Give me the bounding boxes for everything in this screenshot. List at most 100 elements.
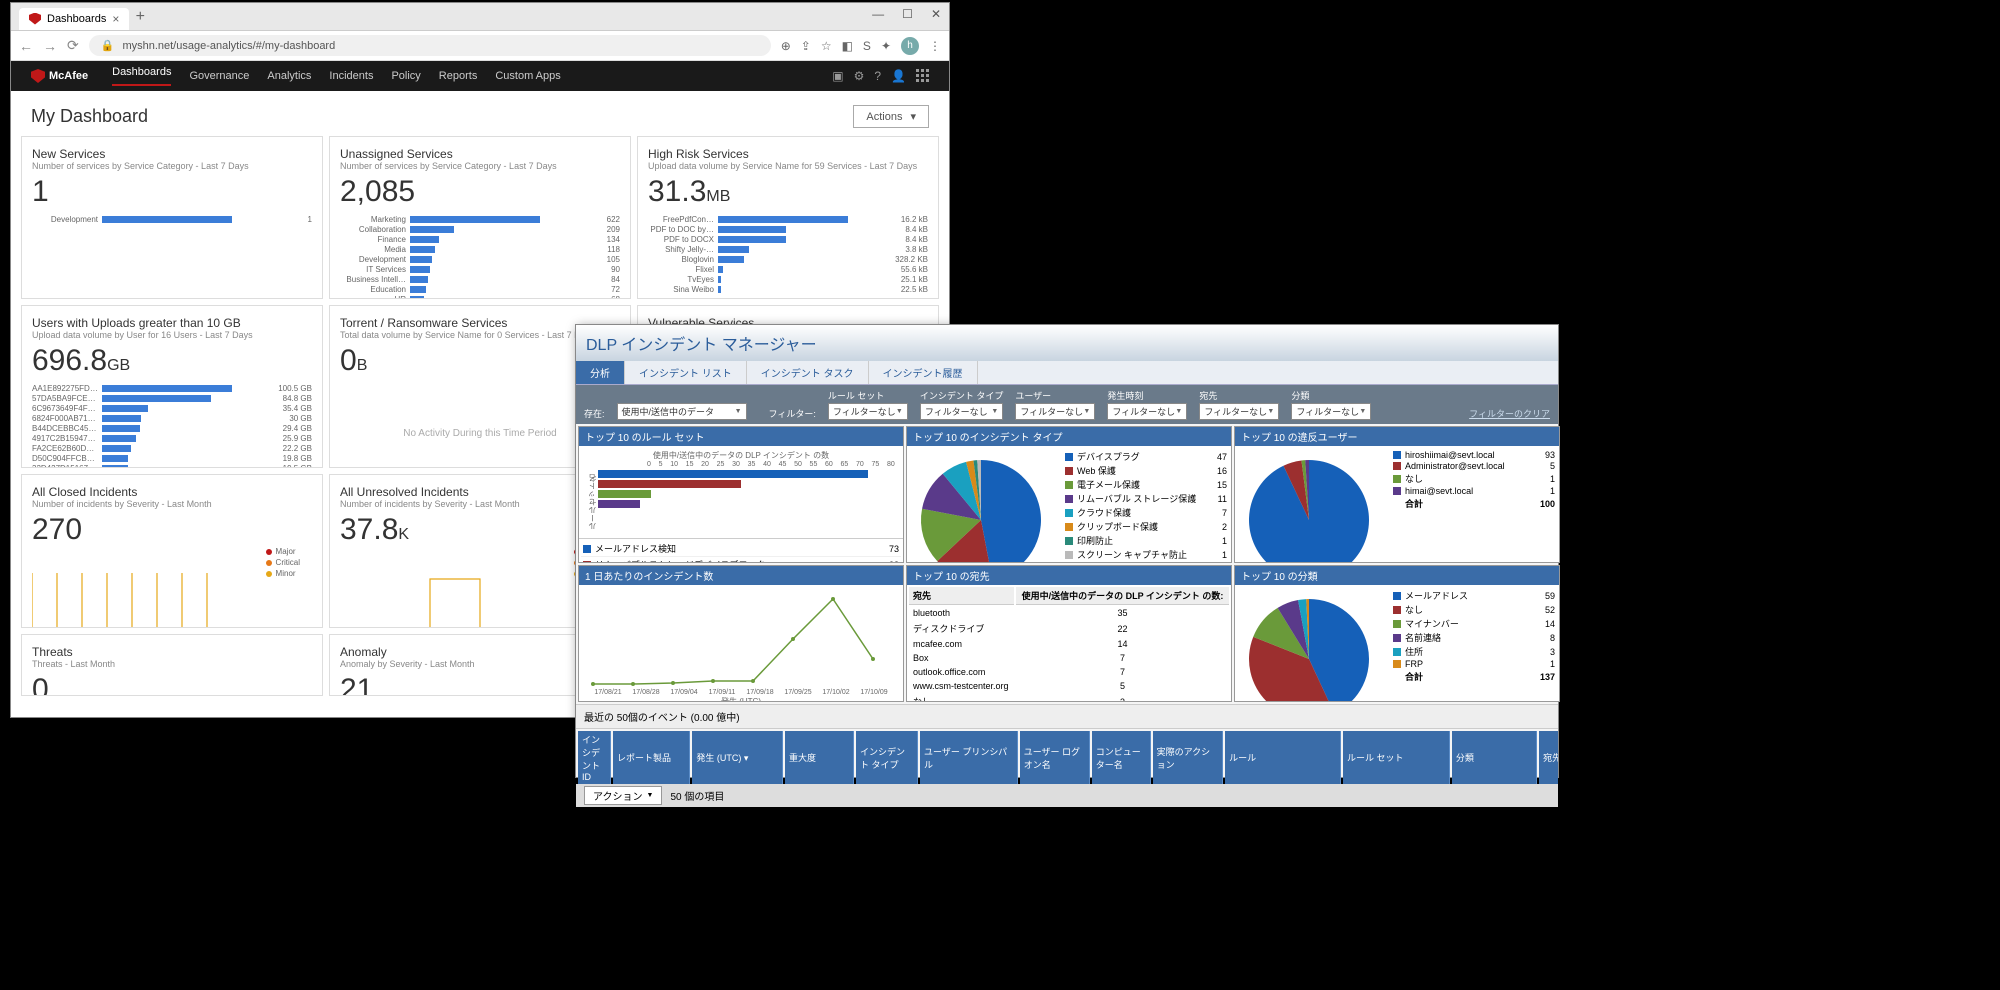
exist-select[interactable]: 使用中/送信中のデータ: [617, 403, 747, 420]
minimize-icon[interactable]: —: [872, 7, 884, 21]
col-header[interactable]: ユーザー プリンシパル: [920, 731, 1018, 784]
close-icon[interactable]: ×: [112, 12, 119, 26]
apps-icon[interactable]: [916, 69, 929, 83]
col-header[interactable]: ルール: [1225, 731, 1341, 784]
panel-daily: 1 日あたりのインシデント数 17/08/2117/08/2817/09/041…: [578, 565, 904, 702]
browser-tab[interactable]: Dashboards ×: [19, 8, 129, 30]
filter-select[interactable]: フィルターなし: [1107, 403, 1187, 420]
filter-select[interactable]: フィルターなし: [1199, 403, 1279, 420]
col-header[interactable]: インシデント タイプ: [856, 731, 918, 784]
actions-dropdown[interactable]: Actions ▾: [853, 105, 929, 128]
help-icon[interactable]: ?: [874, 69, 881, 83]
dlp-tab[interactable]: インシデント タスク: [747, 361, 869, 384]
col-header[interactable]: 重大度: [785, 731, 854, 784]
filter-name: ユーザー: [1015, 389, 1095, 402]
window-close-icon[interactable]: ✕: [931, 7, 941, 21]
panel: トップ 10 の違反ユーザーhiroshiimai@sevt.local93Ad…: [1234, 426, 1560, 563]
clear-filters-link[interactable]: フィルターのクリア: [1469, 407, 1550, 420]
card-title: New Services: [32, 147, 312, 161]
filter-name: 発生時刻: [1107, 389, 1187, 402]
chevron-down-icon: ▾: [910, 110, 916, 123]
nav-governance[interactable]: Governance: [189, 70, 249, 82]
col-header[interactable]: コンピューター名: [1092, 731, 1151, 784]
ext-icon-2[interactable]: S: [863, 39, 871, 53]
nav-dashboards[interactable]: Dashboards: [112, 66, 171, 86]
card[interactable]: Unassigned ServicesNumber of services by…: [329, 136, 631, 299]
panel: トップ 10 の分類メールアドレス59なし52マイナンバー14名前連絡8住所3F…: [1234, 565, 1560, 702]
col-header[interactable]: ルール セット: [1343, 731, 1450, 784]
events-title: 最近の 50個のイベント (0.00 億中): [576, 704, 1558, 728]
panel: トップ 10 のインシデント タイプデバイスプラグ47Web 保護16電子メール…: [906, 426, 1232, 563]
filter-select[interactable]: フィルターなし: [1291, 403, 1371, 420]
col-header[interactable]: レポート製品: [613, 731, 690, 784]
zoom-icon[interactable]: ⊕: [781, 39, 791, 53]
card-subtitle: Number of services by Service Category -…: [32, 161, 312, 171]
url-text: myshn.net/usage-analytics/#/my-dashboard: [122, 40, 335, 52]
nav-incidents[interactable]: Incidents: [329, 70, 373, 82]
filter-select[interactable]: フィルターなし: [828, 403, 908, 420]
filter-name: 分類: [1291, 389, 1371, 402]
card-subtitle: Number of services by Service Category -…: [340, 161, 620, 171]
card-subtitle: Upload data volume by User for 16 Users …: [32, 330, 312, 340]
card-subtitle: Upload data volume by Service Name for 5…: [648, 161, 928, 171]
user-icon[interactable]: 👤: [891, 69, 906, 83]
col-header[interactable]: 分類: [1452, 731, 1537, 784]
nav-analytics[interactable]: Analytics: [267, 70, 311, 82]
shield-icon: [31, 69, 45, 83]
ext-icon-1[interactable]: ◧: [842, 39, 853, 53]
brand-logo[interactable]: McAfee: [31, 69, 88, 83]
events-table: インシデント IDレポート製品発生 (UTC) ▾重大度インシデント タイプユー…: [576, 728, 1558, 784]
card-subtitle: Threats - Last Month: [32, 659, 312, 669]
card[interactable]: All Closed IncidentsNumber of incidents …: [21, 474, 323, 628]
nav-reports[interactable]: Reports: [439, 70, 478, 82]
new-tab-button[interactable]: +: [129, 8, 151, 26]
page-title: My Dashboard: [31, 106, 148, 127]
item-count: 50 個の項目: [670, 788, 724, 803]
col-header[interactable]: 発生 (UTC) ▾: [692, 731, 783, 784]
dlp-tab[interactable]: インシデント履歴: [869, 361, 978, 384]
stack-icon[interactable]: ▣: [832, 69, 843, 83]
filter-name: 宛先: [1199, 389, 1279, 402]
url-input[interactable]: 🔒 myshn.net/usage-analytics/#/my-dashboa…: [89, 35, 771, 56]
nav-custom-apps[interactable]: Custom Apps: [495, 70, 560, 82]
card-title: All Closed Incidents: [32, 485, 312, 499]
col-header[interactable]: 宛先: [1539, 731, 1558, 784]
filter-name: ルール セット: [828, 389, 908, 402]
reload-icon[interactable]: ⟳: [67, 37, 79, 54]
card[interactable]: New ServicesNumber of services by Servic…: [21, 136, 323, 299]
card[interactable]: ThreatsThreats - Last Month0: [21, 634, 323, 696]
card-title: Unassigned Services: [340, 147, 620, 161]
forward-icon[interactable]: →: [43, 38, 57, 54]
nav-policy[interactable]: Policy: [391, 70, 420, 82]
exist-label: 存在:: [584, 407, 605, 420]
back-icon[interactable]: ←: [19, 38, 33, 54]
share-icon[interactable]: ⇪: [801, 39, 811, 53]
maximize-icon[interactable]: ☐: [902, 7, 913, 21]
filter-select[interactable]: フィルターなし: [1015, 403, 1095, 420]
menu-icon[interactable]: ⋮: [929, 39, 941, 53]
address-bar: ← → ⟳ 🔒 myshn.net/usage-analytics/#/my-d…: [11, 31, 949, 61]
col-header[interactable]: インシデント ID: [578, 731, 611, 784]
avatar[interactable]: h: [901, 37, 919, 55]
puzzle-icon[interactable]: ✦: [881, 39, 891, 53]
tab-title: Dashboards: [47, 13, 106, 25]
star-icon[interactable]: ☆: [821, 39, 832, 53]
card[interactable]: Users with Uploads greater than 10 GBUpl…: [21, 305, 323, 468]
col-header[interactable]: 実際のアクション: [1153, 731, 1224, 784]
card[interactable]: High Risk ServicesUpload data volume by …: [637, 136, 939, 299]
filter-select[interactable]: フィルターなし: [920, 403, 1004, 420]
panel-dest: トップ 10 の宛先宛先使用中/送信中のデータの DLP インシデント の数:b…: [906, 565, 1232, 702]
lock-icon: 🔒: [101, 39, 115, 52]
dlp-window: DLP インシデント マネージャー 分析インシデント リストインシデント タスク…: [575, 324, 1559, 778]
top-nav: McAfee Dashboards Governance Analytics I…: [11, 61, 949, 91]
card-title: Threats: [32, 645, 312, 659]
card-title: Users with Uploads greater than 10 GB: [32, 316, 312, 330]
dlp-tab[interactable]: インシデント リスト: [625, 361, 747, 384]
action-dropdown[interactable]: アクション: [584, 786, 662, 805]
col-header[interactable]: ユーザー ログオン名: [1020, 731, 1090, 784]
card-subtitle: Number of incidents by Severity - Last M…: [32, 499, 312, 509]
filter-name: インシデント タイプ: [920, 389, 1004, 402]
tab-strip: Dashboards × + — ☐ ✕: [11, 3, 949, 31]
gear-icon[interactable]: ⚙: [854, 69, 865, 83]
dlp-tab[interactable]: 分析: [576, 361, 625, 384]
